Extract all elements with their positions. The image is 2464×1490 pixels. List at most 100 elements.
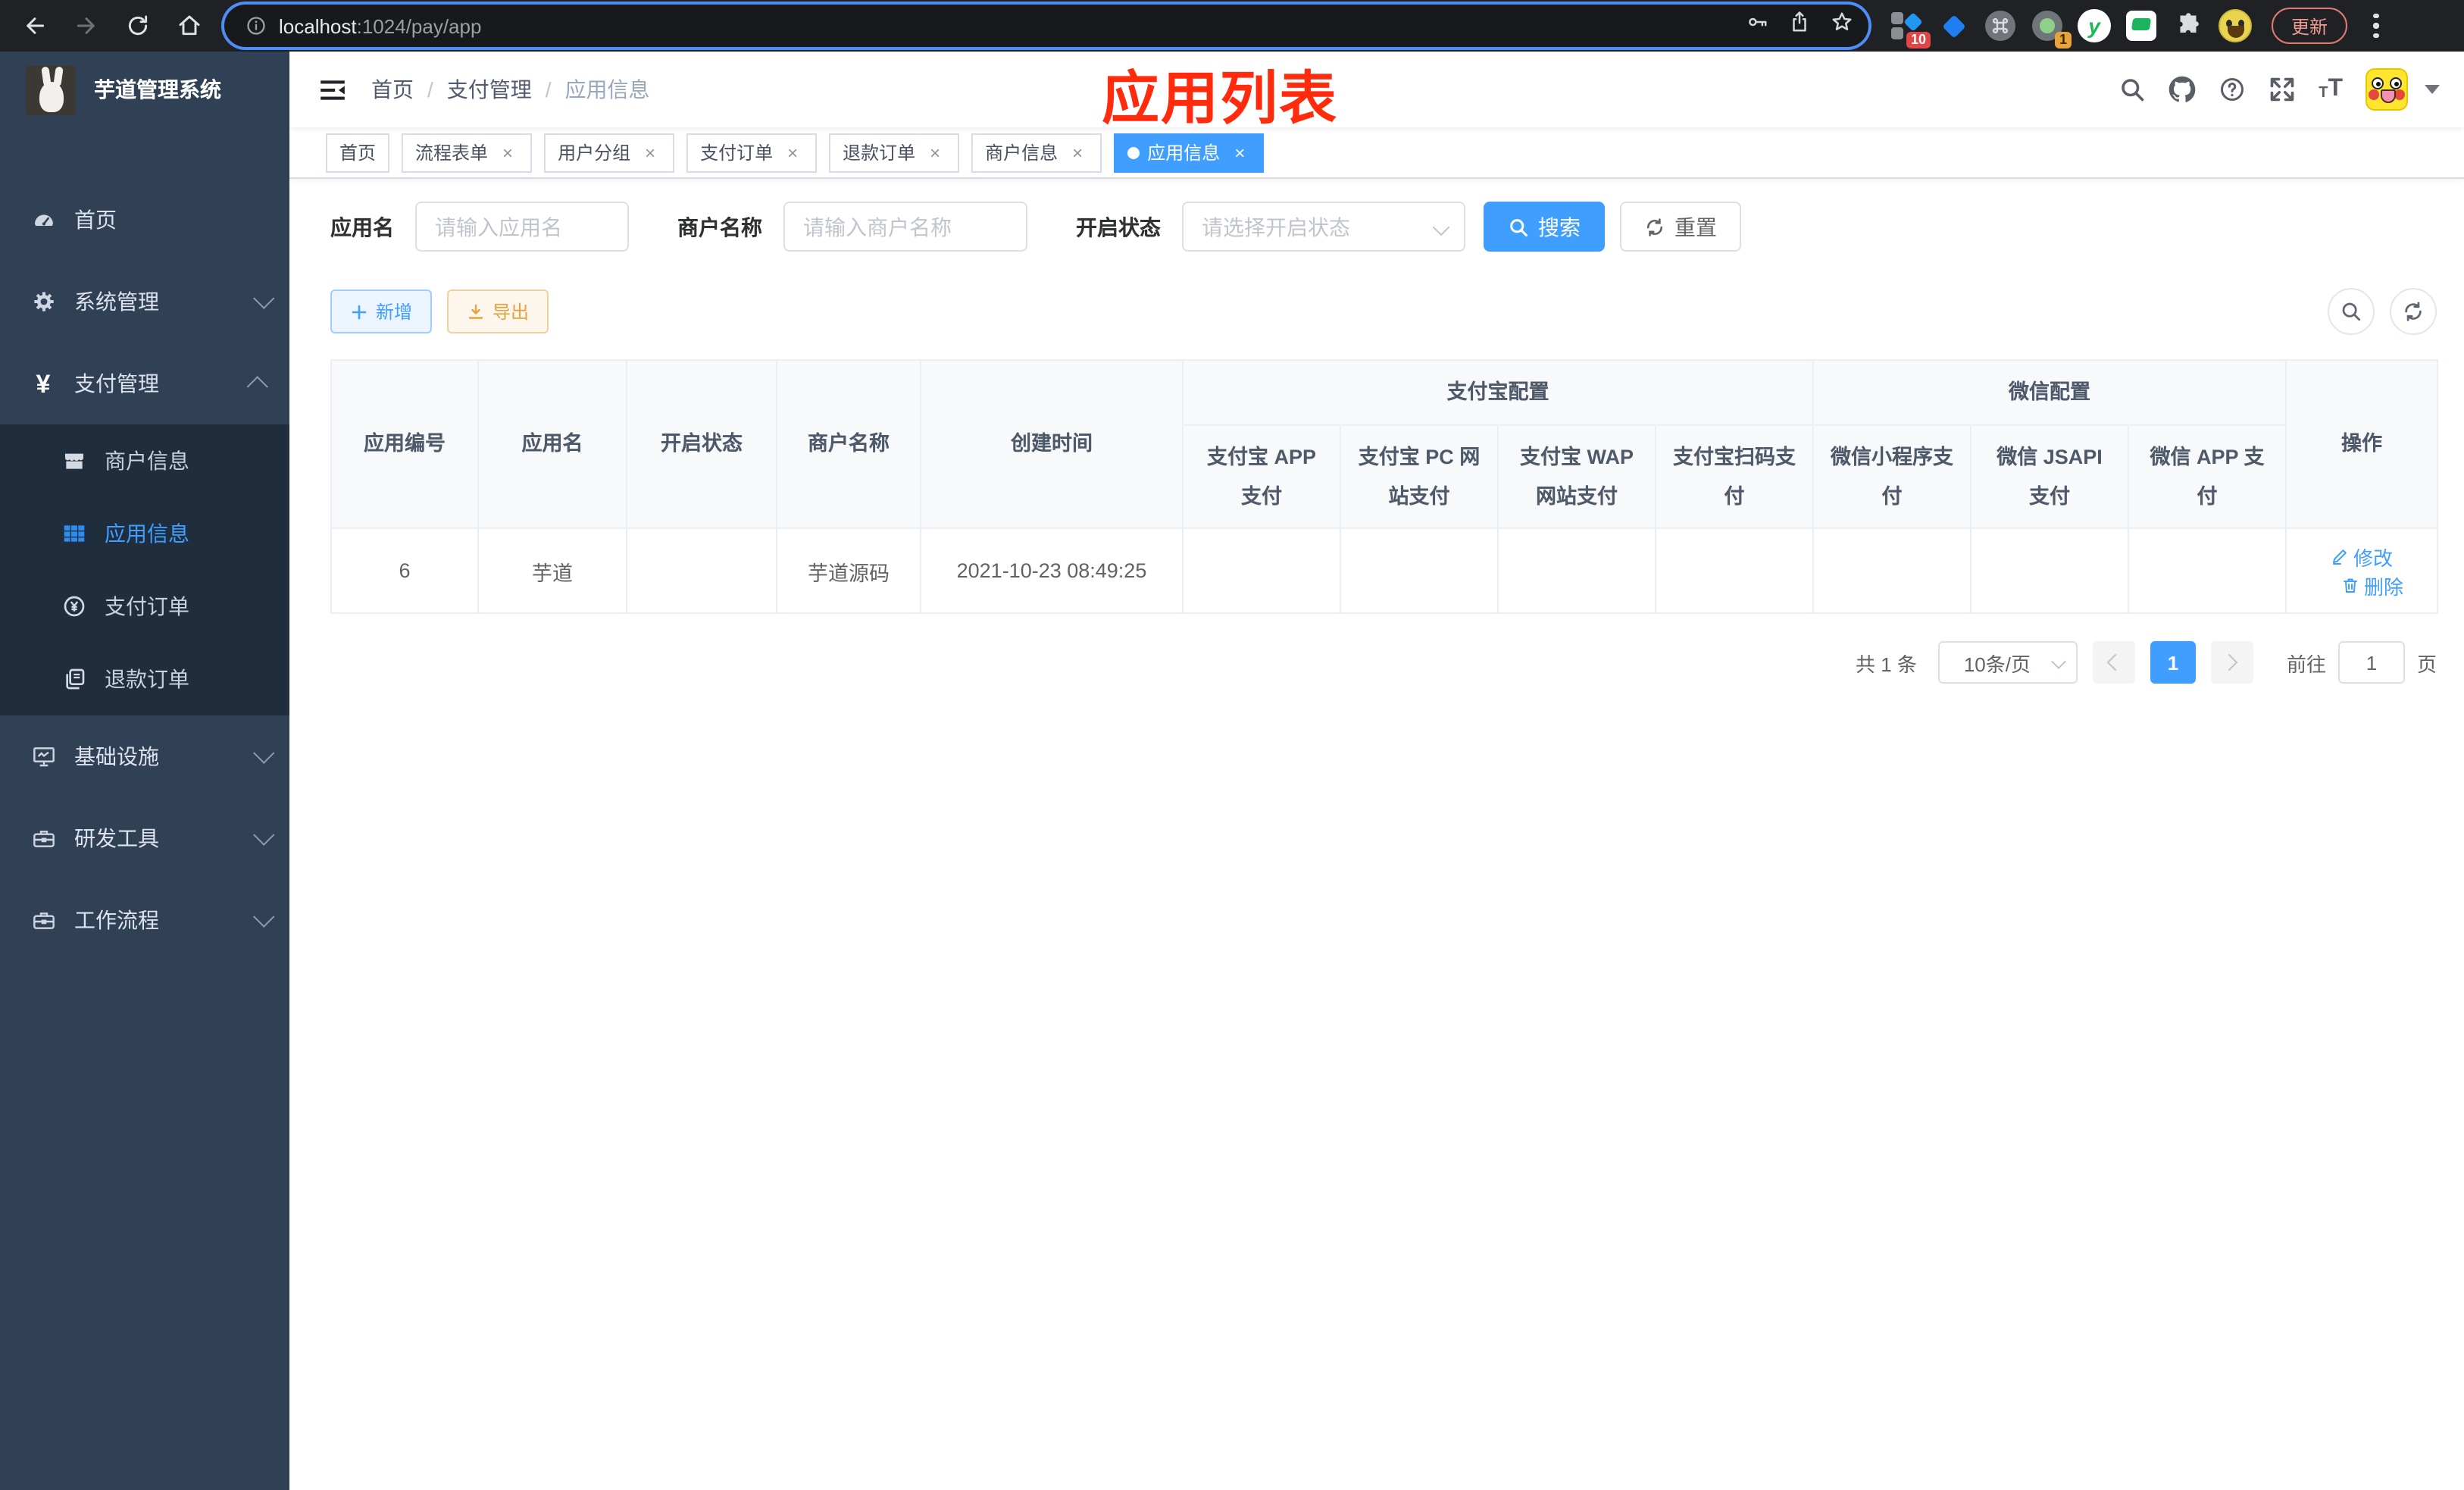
- dashboard-icon: [30, 207, 56, 233]
- breadcrumb-payment[interactable]: 支付管理: [447, 74, 532, 105]
- status-label: 开启状态: [1076, 214, 1161, 239]
- reset-button[interactable]: 重置: [1620, 202, 1741, 252]
- yuque-letter: y: [2088, 14, 2100, 38]
- page-number-current[interactable]: 1: [2150, 641, 2196, 684]
- sidebar-item-app-info[interactable]: 应用信息: [0, 497, 289, 570]
- top-navbar: 首页 / 支付管理 / 应用信息 T T: [289, 52, 2464, 127]
- refresh-icon: [1646, 218, 1663, 236]
- status-select[interactable]: 请选择开启状态: [1182, 202, 1465, 252]
- red-annotation-text: 应用列表: [1102, 68, 1339, 132]
- page-content: 应用名 商户名称 开启状态 请选择开启状态 搜索: [289, 179, 2464, 1490]
- extension-kite-icon[interactable]: [1937, 9, 1970, 42]
- tab-user-group[interactable]: 用户分组 ×: [544, 133, 675, 172]
- address-bar[interactable]: localhost:1024/pay/app: [224, 5, 1868, 47]
- tab-pay-order[interactable]: 支付订单 ×: [686, 133, 818, 172]
- sidebar-item-payment[interactable]: ¥ 支付管理: [0, 343, 289, 424]
- refresh-icon: [2405, 302, 2422, 321]
- site-info-icon[interactable]: [245, 15, 267, 36]
- close-icon[interactable]: ×: [639, 142, 661, 163]
- toggle-search-button[interactable]: [2328, 288, 2375, 335]
- close-icon[interactable]: ×: [1229, 142, 1250, 163]
- cell-app-name: 芋道: [477, 527, 627, 614]
- cell-config-alipay-pc: [1340, 527, 1499, 614]
- forward-icon[interactable]: [67, 6, 106, 45]
- search-button[interactable]: 搜索: [1484, 202, 1605, 252]
- extensions-puzzle-icon[interactable]: [2172, 9, 2205, 42]
- extension-yuque-icon[interactable]: y: [2078, 9, 2111, 42]
- tab-app-info[interactable]: 应用信息 ×: [1114, 133, 1265, 172]
- help-icon[interactable]: [2219, 76, 2246, 103]
- share-icon[interactable]: [1788, 11, 1811, 41]
- column-header-create-time: 创建时间: [920, 359, 1184, 529]
- column-header-actions: 操作: [2285, 359, 2438, 529]
- cell-config-wechat-jsapi: [1970, 527, 2129, 614]
- tab-process-form[interactable]: 流程表单 ×: [402, 133, 533, 172]
- password-key-icon[interactable]: [1746, 11, 1768, 41]
- merchant-name-input[interactable]: [783, 202, 1027, 252]
- next-page-button[interactable]: [2210, 641, 2253, 684]
- extension-recorder-icon[interactable]: 1: [2031, 9, 2072, 49]
- tab-label: 退款订单: [843, 142, 916, 164]
- cell-config-wechat-app: [2128, 527, 2287, 614]
- extension-command-icon[interactable]: [1984, 9, 2017, 42]
- profile-avatar[interactable]: [2219, 9, 2252, 42]
- column-header-wechat-mini: 微信小程序支付: [1812, 424, 1972, 529]
- user-avatar[interactable]: [2366, 68, 2408, 111]
- sidebar-item-label: 商户信息: [105, 449, 189, 473]
- chrome-update-button[interactable]: 更新: [2272, 8, 2348, 44]
- chevron-down-icon: [253, 287, 275, 309]
- app-name-input[interactable]: [415, 202, 629, 252]
- app-logo-row[interactable]: 芋道管理系统: [0, 52, 289, 127]
- search-icon[interactable]: [2118, 76, 2146, 103]
- pagination-total: 共 1 条: [1856, 653, 1917, 675]
- goto-page-input[interactable]: [2337, 641, 2405, 684]
- trash-icon: [2343, 578, 2357, 593]
- add-button[interactable]: 新增: [330, 290, 433, 333]
- sidebar-item-label: 系统管理: [74, 290, 159, 314]
- url-host: localhost: [279, 14, 357, 37]
- back-icon[interactable]: [15, 6, 55, 45]
- tab-merchant-info[interactable]: 商户信息 ×: [971, 133, 1102, 172]
- sidebar-item-workflow[interactable]: 工作流程: [0, 879, 289, 961]
- font-size-icon[interactable]: TT: [2319, 77, 2343, 102]
- url-path: :1024/pay/app: [356, 14, 482, 37]
- extension-chat-icon[interactable]: [2125, 9, 2158, 42]
- close-icon[interactable]: ×: [497, 142, 518, 163]
- sidebar-item-dev-tools[interactable]: 研发工具: [0, 797, 289, 879]
- export-button[interactable]: 导出: [447, 290, 549, 333]
- goto-label: 前往: [2286, 653, 2326, 675]
- sidebar-item-merchant-info[interactable]: 商户信息: [0, 424, 289, 497]
- close-icon[interactable]: ×: [782, 142, 803, 163]
- user-menu-caret-icon[interactable]: [2425, 85, 2440, 94]
- breadcrumb-separator: /: [545, 77, 552, 102]
- tab-refund-order[interactable]: 退款订单 ×: [829, 133, 960, 172]
- bookmark-star-icon[interactable]: [1831, 11, 1853, 41]
- sidebar-item-system[interactable]: 系统管理: [0, 261, 289, 343]
- close-icon[interactable]: ×: [1067, 142, 1088, 163]
- page-size-select[interactable]: 10条/页: [1937, 641, 2078, 684]
- sidebar-collapse-icon[interactable]: [289, 75, 371, 104]
- browser-menu-icon[interactable]: [2373, 13, 2379, 39]
- delete-link[interactable]: 删除: [2341, 571, 2403, 599]
- sidebar-item-label: 基础设施: [74, 744, 159, 768]
- extension-tabs-icon[interactable]: 10: [1890, 9, 1931, 49]
- sidebar-item-pay-order[interactable]: 支付订单: [0, 570, 289, 643]
- group-header-wechat: 微信配置: [1812, 359, 2287, 426]
- breadcrumb-home[interactable]: 首页: [371, 74, 414, 105]
- edit-link[interactable]: 修改: [2331, 542, 2393, 571]
- url-text[interactable]: localhost:1024/pay/app: [279, 14, 481, 37]
- tab-home[interactable]: 首页: [326, 133, 390, 172]
- close-icon[interactable]: ×: [924, 142, 946, 163]
- prev-page-button[interactable]: [2092, 641, 2135, 684]
- github-icon[interactable]: [2169, 76, 2196, 103]
- sidebar-item-home[interactable]: 首页: [0, 179, 289, 261]
- cell-config-wechat-mini: [1812, 527, 1972, 614]
- home-icon[interactable]: [170, 6, 209, 45]
- sidebar-item-refund-order[interactable]: 退款订单: [0, 643, 289, 715]
- fullscreen-icon[interactable]: [2269, 76, 2296, 103]
- reload-icon[interactable]: [118, 6, 158, 45]
- filter-form: 应用名 商户名称 开启状态 请选择开启状态 搜索: [330, 202, 2437, 252]
- sidebar-item-infrastructure[interactable]: 基础设施: [0, 715, 289, 797]
- refresh-table-button[interactable]: [2390, 288, 2437, 335]
- app-table: 应用编号 应用名 开启状态 商户名称 创建时间 支付宝配置 微信配置 操作 支付…: [330, 359, 2438, 614]
